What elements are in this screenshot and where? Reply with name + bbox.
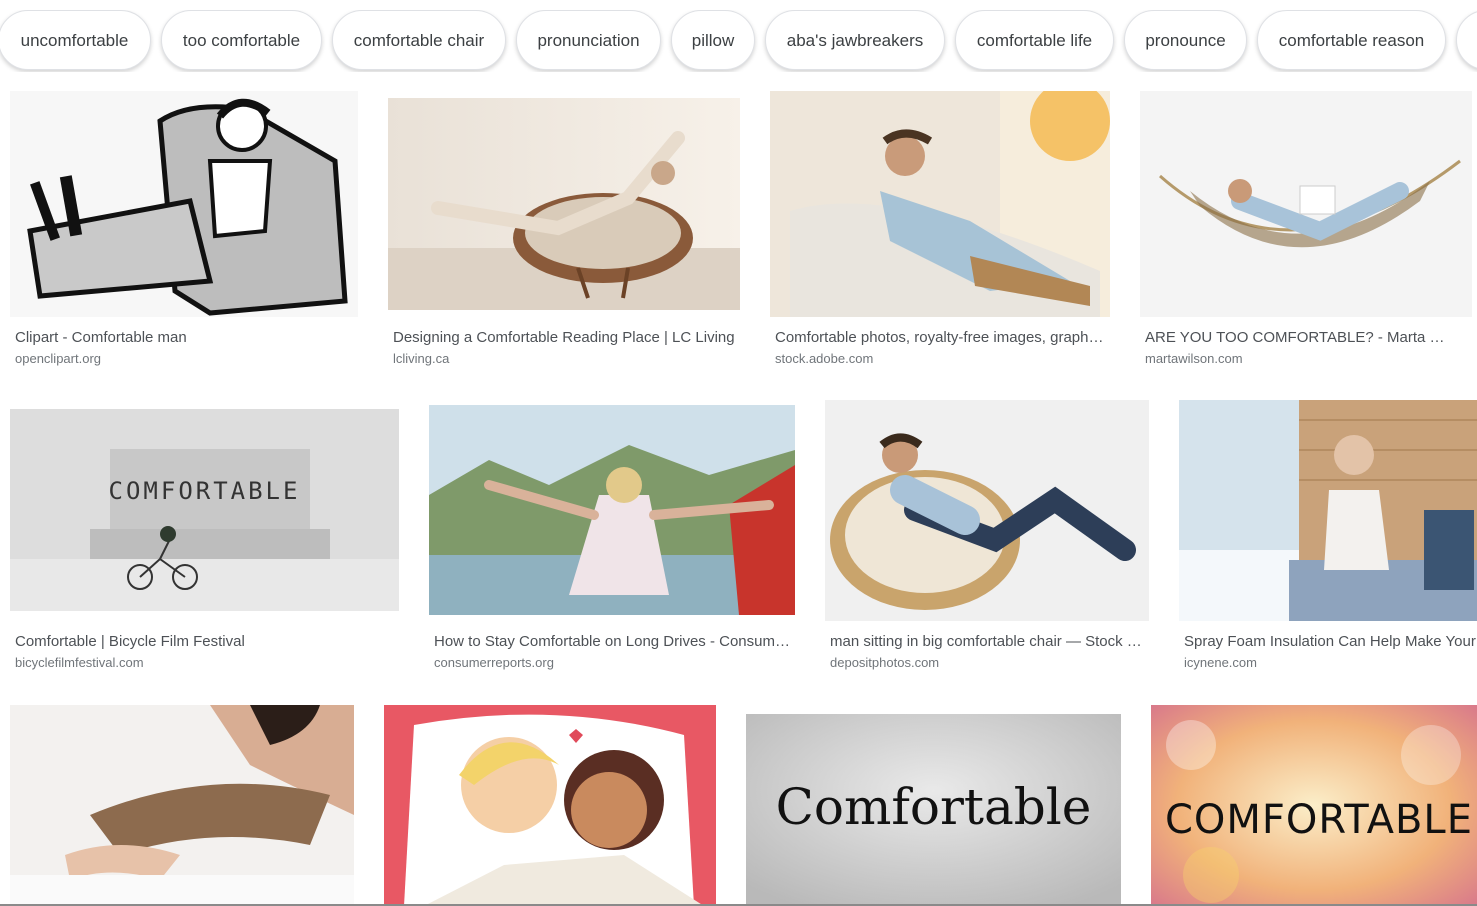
chip-abas-jawbreakers[interactable]: aba's jawbreakers — [765, 10, 945, 70]
chip-comfortable-chair[interactable]: comfortable chair — [332, 10, 506, 70]
result-source[interactable]: openclipart.org — [15, 351, 101, 367]
result-source[interactable]: consumerreports.org — [434, 655, 554, 671]
result-title[interactable]: ARE YOU TOO COMFORTABLE? - Marta Wilson — [1145, 329, 1455, 347]
related-searches-bar: uncomfortable too comfortable comfortabl… — [0, 10, 1477, 72]
result-thumbnail[interactable] — [1140, 91, 1472, 317]
result-title[interactable]: Clipart - Comfortable man — [15, 329, 353, 347]
result-thumbnail[interactable] — [384, 705, 716, 906]
chip-comfortable-reason[interactable]: comfortable reason — [1257, 10, 1446, 70]
result-title[interactable]: Designing a Comfortable Reading Place | … — [393, 329, 735, 347]
result-thumbnail[interactable] — [388, 98, 740, 310]
result-thumbnail[interactable] — [10, 91, 358, 317]
thumbnail-overlay-text: COMFORTABLE — [1165, 797, 1473, 843]
result-title[interactable]: Comfortable photos, royalty-free images,… — [775, 329, 1105, 347]
chip-comfortable-life[interactable]: comfortable life — [955, 10, 1114, 70]
result-thumbnail[interactable]: COMFORTABLE — [1151, 705, 1477, 906]
thumbnail-overlay-text: Comfortable — [775, 778, 1092, 836]
result-thumbnail[interactable] — [825, 400, 1149, 621]
result-thumbnail[interactable]: COMFORTABLE — [10, 409, 399, 611]
result-source[interactable]: stock.adobe.com — [775, 351, 873, 367]
result-thumbnail[interactable]: Comfortable — [746, 714, 1121, 906]
result-source[interactable]: depositphotos.com — [830, 655, 939, 671]
chip-pronunciation[interactable]: pronunciation — [516, 10, 661, 70]
chip-pillow[interactable]: pillow — [671, 10, 755, 70]
result-thumbnail[interactable] — [1179, 400, 1477, 621]
thumbnail-overlay-text: COMFORTABLE — [108, 477, 301, 505]
chip-too-comfortable[interactable]: too comfortable — [161, 10, 322, 70]
result-source[interactable]: icynene.com — [1184, 655, 1257, 671]
result-thumbnail[interactable] — [429, 405, 795, 615]
result-title[interactable]: How to Stay Comfortable on Long Drives -… — [434, 633, 790, 651]
result-source[interactable]: martawilson.com — [1145, 351, 1243, 367]
result-title[interactable]: Comfortable | Bicycle Film Festival — [15, 633, 394, 651]
result-title[interactable]: Spray Foam Insulation Can Help Make Your… — [1184, 633, 1477, 651]
result-thumbnail[interactable] — [10, 705, 354, 906]
result-source[interactable]: bicyclefilmfestival.com — [15, 655, 144, 671]
chip-uncomfortable[interactable]: uncomfortable — [0, 10, 151, 70]
result-thumbnail[interactable] — [770, 91, 1110, 317]
result-title[interactable]: man sitting in big comfortable chair — S… — [830, 633, 1142, 651]
chip-partial[interactable] — [1456, 10, 1477, 70]
chip-pronounce[interactable]: pronounce — [1124, 10, 1247, 70]
result-source[interactable]: lcliving.ca — [393, 351, 449, 367]
